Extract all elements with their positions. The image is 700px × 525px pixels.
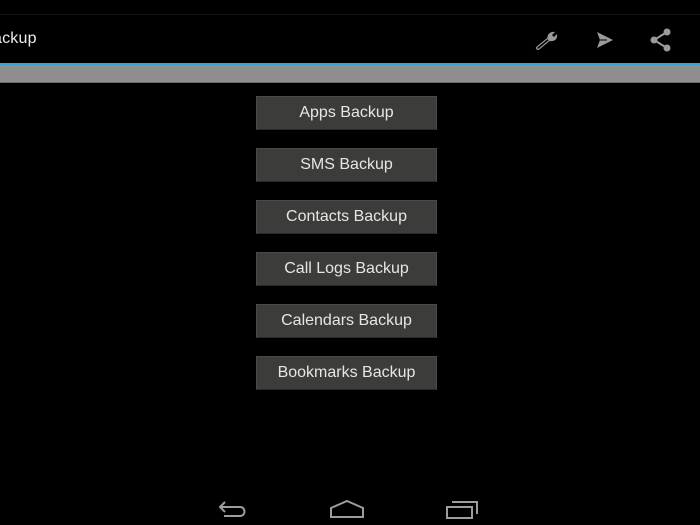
contacts-backup-button[interactable]: Contacts Backup: [256, 200, 437, 234]
home-icon[interactable]: [327, 496, 367, 522]
recent-apps-icon[interactable]: [442, 496, 482, 522]
apps-backup-button[interactable]: Apps Backup: [256, 96, 437, 130]
sms-backup-button[interactable]: SMS Backup: [256, 148, 437, 182]
progress-bar-track: [0, 65, 700, 83]
call-logs-backup-button[interactable]: Call Logs Backup: [256, 252, 437, 286]
share-icon[interactable]: [648, 27, 674, 53]
bookmarks-backup-button[interactable]: Bookmarks Backup: [256, 356, 437, 390]
back-icon[interactable]: [212, 496, 252, 522]
wrench-icon[interactable]: [535, 27, 561, 53]
calendars-backup-button[interactable]: Calendars Backup: [256, 304, 437, 338]
send-icon[interactable]: [592, 27, 618, 53]
action-bar: ackup: [0, 0, 700, 63]
app-title: ackup: [0, 30, 37, 47]
